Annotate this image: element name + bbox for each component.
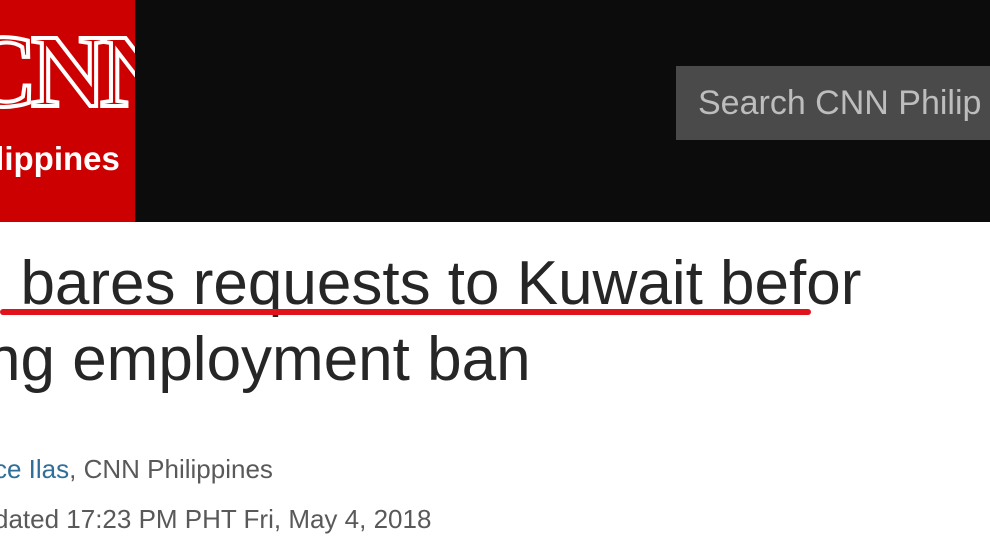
cnn-philippines-logo[interactable]: CNN ilippines [0, 0, 135, 222]
byline-separator: , [69, 454, 84, 484]
search-input[interactable] [676, 66, 990, 140]
red-underline-annotation [0, 309, 811, 315]
headline-line-2: ng employment ban [0, 325, 531, 394]
article-headline: I bares requests to Kuwait befor ng empl… [0, 246, 990, 398]
top-nav-bar: CNN ilippines [0, 0, 990, 222]
author-link[interactable]: ce Ilas [0, 454, 69, 484]
logo-wordmark: CNN [0, 14, 135, 129]
headline-highlighted-text: I bares requests to Kuwait [0, 249, 703, 318]
byline-outlet: CNN Philippines [83, 454, 273, 484]
byline: ce Ilas, CNN Philippines [0, 452, 273, 486]
updated-timestamp: dated 17:23 PM PHT Fri, May 4, 2018 [0, 504, 432, 534]
headline-line-1-rest: befor [702, 249, 862, 318]
logo-subtitle: ilippines [0, 140, 120, 177]
